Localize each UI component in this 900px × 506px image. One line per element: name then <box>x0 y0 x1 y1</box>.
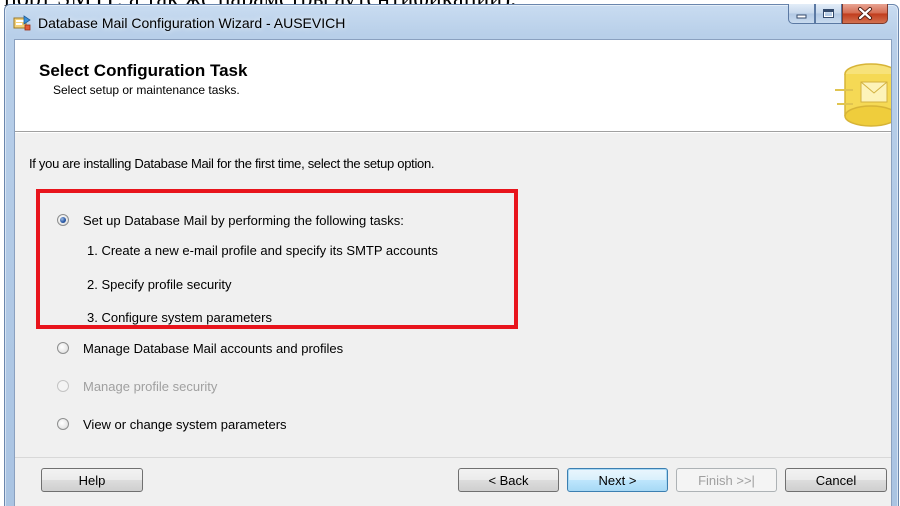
manage-security-radio-label: Manage profile security <box>83 378 218 394</box>
setup-radio[interactable] <box>57 214 69 226</box>
title-bar[interactable]: Database Mail Configuration Wizard - AUS… <box>5 4 898 39</box>
finish-button: Finish >>| <box>676 468 777 492</box>
wizard-client-area: Select Configuration Task Select setup o… <box>14 39 892 506</box>
back-button[interactable]: < Back <box>458 468 559 492</box>
screenshot-page: порт SMTP, а так же параметры аутентифик… <box>0 0 900 506</box>
manage-accounts-radio[interactable] <box>57 342 69 354</box>
manage-accounts-radio-label: Manage Database Mail accounts and profil… <box>83 340 344 356</box>
intro-text: If you are installing Database Mail for … <box>29 156 435 171</box>
system-parameters-radio[interactable] <box>57 418 69 430</box>
close-button[interactable] <box>842 4 888 24</box>
next-button[interactable]: Next > <box>567 468 668 492</box>
option-manage-security: Manage profile security <box>57 376 217 396</box>
option-manage-accounts[interactable]: Manage Database Mail accounts and profil… <box>57 338 343 358</box>
close-icon <box>858 7 872 20</box>
maximize-icon <box>823 9 834 18</box>
caption-buttons <box>788 4 888 26</box>
option-system-parameters[interactable]: View or change system parameters <box>57 414 287 434</box>
cancel-button[interactable]: Cancel <box>785 468 887 492</box>
window-title: Database Mail Configuration Wizard - AUS… <box>38 15 346 31</box>
minimize-icon <box>796 14 807 19</box>
minimize-button[interactable] <box>788 4 815 24</box>
help-button[interactable]: Help <box>41 468 143 492</box>
setup-task-2: 2. Specify profile security <box>87 277 232 292</box>
system-parameters-radio-label: View or change system parameters <box>83 416 287 432</box>
database-mail-icon <box>835 63 891 127</box>
maximize-button[interactable] <box>815 4 842 24</box>
setup-radio-label: Set up Database Mail by performing the f… <box>83 212 404 228</box>
page-title: Select Configuration Task <box>39 61 248 80</box>
manage-security-radio <box>57 380 69 392</box>
wizard-app-icon <box>13 15 31 31</box>
setup-task-1: 1. Create a new e-mail profile and speci… <box>87 243 438 258</box>
footer-separator <box>15 457 891 458</box>
option-setup[interactable]: Set up Database Mail by performing the f… <box>57 210 404 230</box>
page-subtitle: Select setup or maintenance tasks. <box>53 83 240 97</box>
setup-task-3: 3. Configure system parameters <box>87 310 272 325</box>
wizard-window: Database Mail Configuration Wizard - AUS… <box>4 4 899 506</box>
wizard-header: Select Configuration Task Select setup o… <box>15 40 891 132</box>
